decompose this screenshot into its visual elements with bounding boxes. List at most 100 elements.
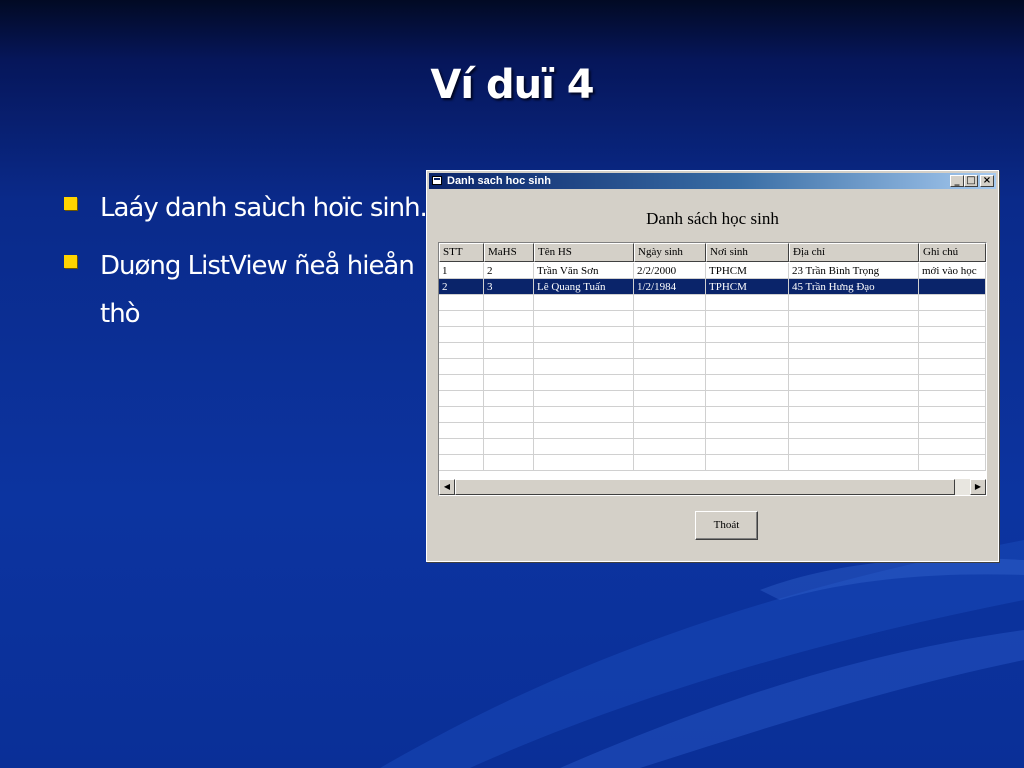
table-cell xyxy=(789,375,919,391)
student-listview[interactable]: STT MaHS Tên HS Ngày sinh Nơi sinh Địa c… xyxy=(438,242,987,496)
form-heading: Danh sách học sinh xyxy=(646,209,779,228)
table-cell xyxy=(534,407,634,423)
table-cell xyxy=(439,439,484,455)
table-cell: 2 xyxy=(439,279,484,295)
table-cell xyxy=(706,327,789,343)
table-cell: Lê Quang Tuấn xyxy=(534,279,634,295)
table-cell xyxy=(634,455,706,471)
table-cell xyxy=(706,391,789,407)
table-cell: 45 Trần Hưng Đạo xyxy=(789,279,919,295)
table-cell xyxy=(534,343,634,359)
table-cell xyxy=(439,407,484,423)
table-cell xyxy=(484,359,534,375)
table-cell xyxy=(789,295,919,311)
table-cell xyxy=(634,327,706,343)
table-cell xyxy=(789,407,919,423)
minimize-button[interactable]: _ xyxy=(950,175,964,187)
bullet-text: Laáy danh saùch hoïc sinh. xyxy=(100,193,428,223)
column-header-birthplace[interactable]: Nơi sinh xyxy=(706,243,789,262)
empty-row[interactable] xyxy=(439,295,986,311)
column-header-stt[interactable]: STT xyxy=(439,243,484,262)
table-cell xyxy=(919,311,986,327)
table-cell xyxy=(706,359,789,375)
empty-row[interactable] xyxy=(439,327,986,343)
table-cell xyxy=(534,375,634,391)
table-cell xyxy=(484,391,534,407)
table-cell xyxy=(634,311,706,327)
bullet-list: Laáy danh saùch hoïc sinh. Duøng ListVie… xyxy=(62,184,432,348)
column-header-address[interactable]: Địa chỉ xyxy=(789,243,919,262)
table-cell xyxy=(484,407,534,423)
exit-button[interactable]: Thoát xyxy=(695,511,758,540)
table-cell xyxy=(439,311,484,327)
table-cell xyxy=(789,439,919,455)
table-cell xyxy=(919,279,986,295)
table-cell xyxy=(439,327,484,343)
empty-row[interactable] xyxy=(439,359,986,375)
column-header-name[interactable]: Tên HS xyxy=(534,243,634,262)
table-cell xyxy=(634,295,706,311)
table-cell xyxy=(919,375,986,391)
column-header-birthdate[interactable]: Ngày sinh xyxy=(634,243,706,262)
table-cell xyxy=(919,327,986,343)
empty-row[interactable] xyxy=(439,311,986,327)
maximize-button[interactable]: □ xyxy=(964,175,978,187)
scrollbar-thumb[interactable] xyxy=(455,479,955,495)
table-cell xyxy=(919,439,986,455)
table-cell xyxy=(534,359,634,375)
table-cell xyxy=(439,391,484,407)
column-header-mahs[interactable]: MaHS xyxy=(484,243,534,262)
table-cell xyxy=(534,455,634,471)
table-cell xyxy=(484,423,534,439)
table-cell xyxy=(789,327,919,343)
table-cell xyxy=(439,343,484,359)
table-row[interactable]: 2 3 Lê Quang Tuấn 1/2/1984 TPHCM 45 Trần Hưng… xyxy=(439,279,986,295)
table-cell xyxy=(439,423,484,439)
table-cell xyxy=(634,439,706,455)
empty-row[interactable] xyxy=(439,423,986,439)
table-cell xyxy=(919,343,986,359)
column-header-note[interactable]: Ghi chú xyxy=(919,243,986,262)
table-cell xyxy=(919,423,986,439)
table-cell xyxy=(919,407,986,423)
table-cell xyxy=(439,295,484,311)
bullet-square-icon xyxy=(64,197,77,210)
empty-row[interactable] xyxy=(439,439,986,455)
table-cell: mới vào học xyxy=(919,263,986,279)
empty-row[interactable] xyxy=(439,391,986,407)
table-cell xyxy=(789,343,919,359)
table-cell xyxy=(789,391,919,407)
table-cell xyxy=(706,295,789,311)
horizontal-scrollbar[interactable]: ◀ ▶ xyxy=(439,479,986,495)
table-cell: TPHCM xyxy=(706,263,789,279)
empty-row[interactable] xyxy=(439,407,986,423)
table-cell: 2 xyxy=(484,263,534,279)
table-cell xyxy=(919,391,986,407)
table-cell xyxy=(534,295,634,311)
table-cell xyxy=(484,439,534,455)
scroll-right-arrow-icon[interactable]: ▶ xyxy=(970,479,986,495)
empty-row[interactable] xyxy=(439,343,986,359)
table-cell: 2/2/2000 xyxy=(634,263,706,279)
table-cell xyxy=(919,455,986,471)
table-cell: 23 Trần Bình Trọng xyxy=(789,263,919,279)
table-cell xyxy=(789,311,919,327)
empty-row[interactable] xyxy=(439,455,986,471)
table-row[interactable]: 1 2 Trần Văn Sơn 2/2/2000 TPHCM 23 Trần Bình … xyxy=(439,263,986,279)
window-titlebar[interactable]: Danh sach hoc sinh _ □ × xyxy=(429,173,996,189)
list-header: STT MaHS Tên HS Ngày sinh Nơi sinh Địa c… xyxy=(439,243,986,262)
table-cell xyxy=(634,423,706,439)
table-cell xyxy=(484,375,534,391)
empty-row[interactable] xyxy=(439,375,986,391)
table-cell xyxy=(706,455,789,471)
table-cell xyxy=(634,359,706,375)
table-cell xyxy=(634,375,706,391)
list-rows: 1 2 Trần Văn Sơn 2/2/2000 TPHCM 23 Trần Bình … xyxy=(439,263,986,471)
table-cell: 1 xyxy=(439,263,484,279)
table-cell xyxy=(789,359,919,375)
table-cell xyxy=(484,295,534,311)
table-cell xyxy=(919,359,986,375)
table-cell: 3 xyxy=(484,279,534,295)
scroll-left-arrow-icon[interactable]: ◀ xyxy=(439,479,455,495)
close-button[interactable]: × xyxy=(980,175,994,187)
